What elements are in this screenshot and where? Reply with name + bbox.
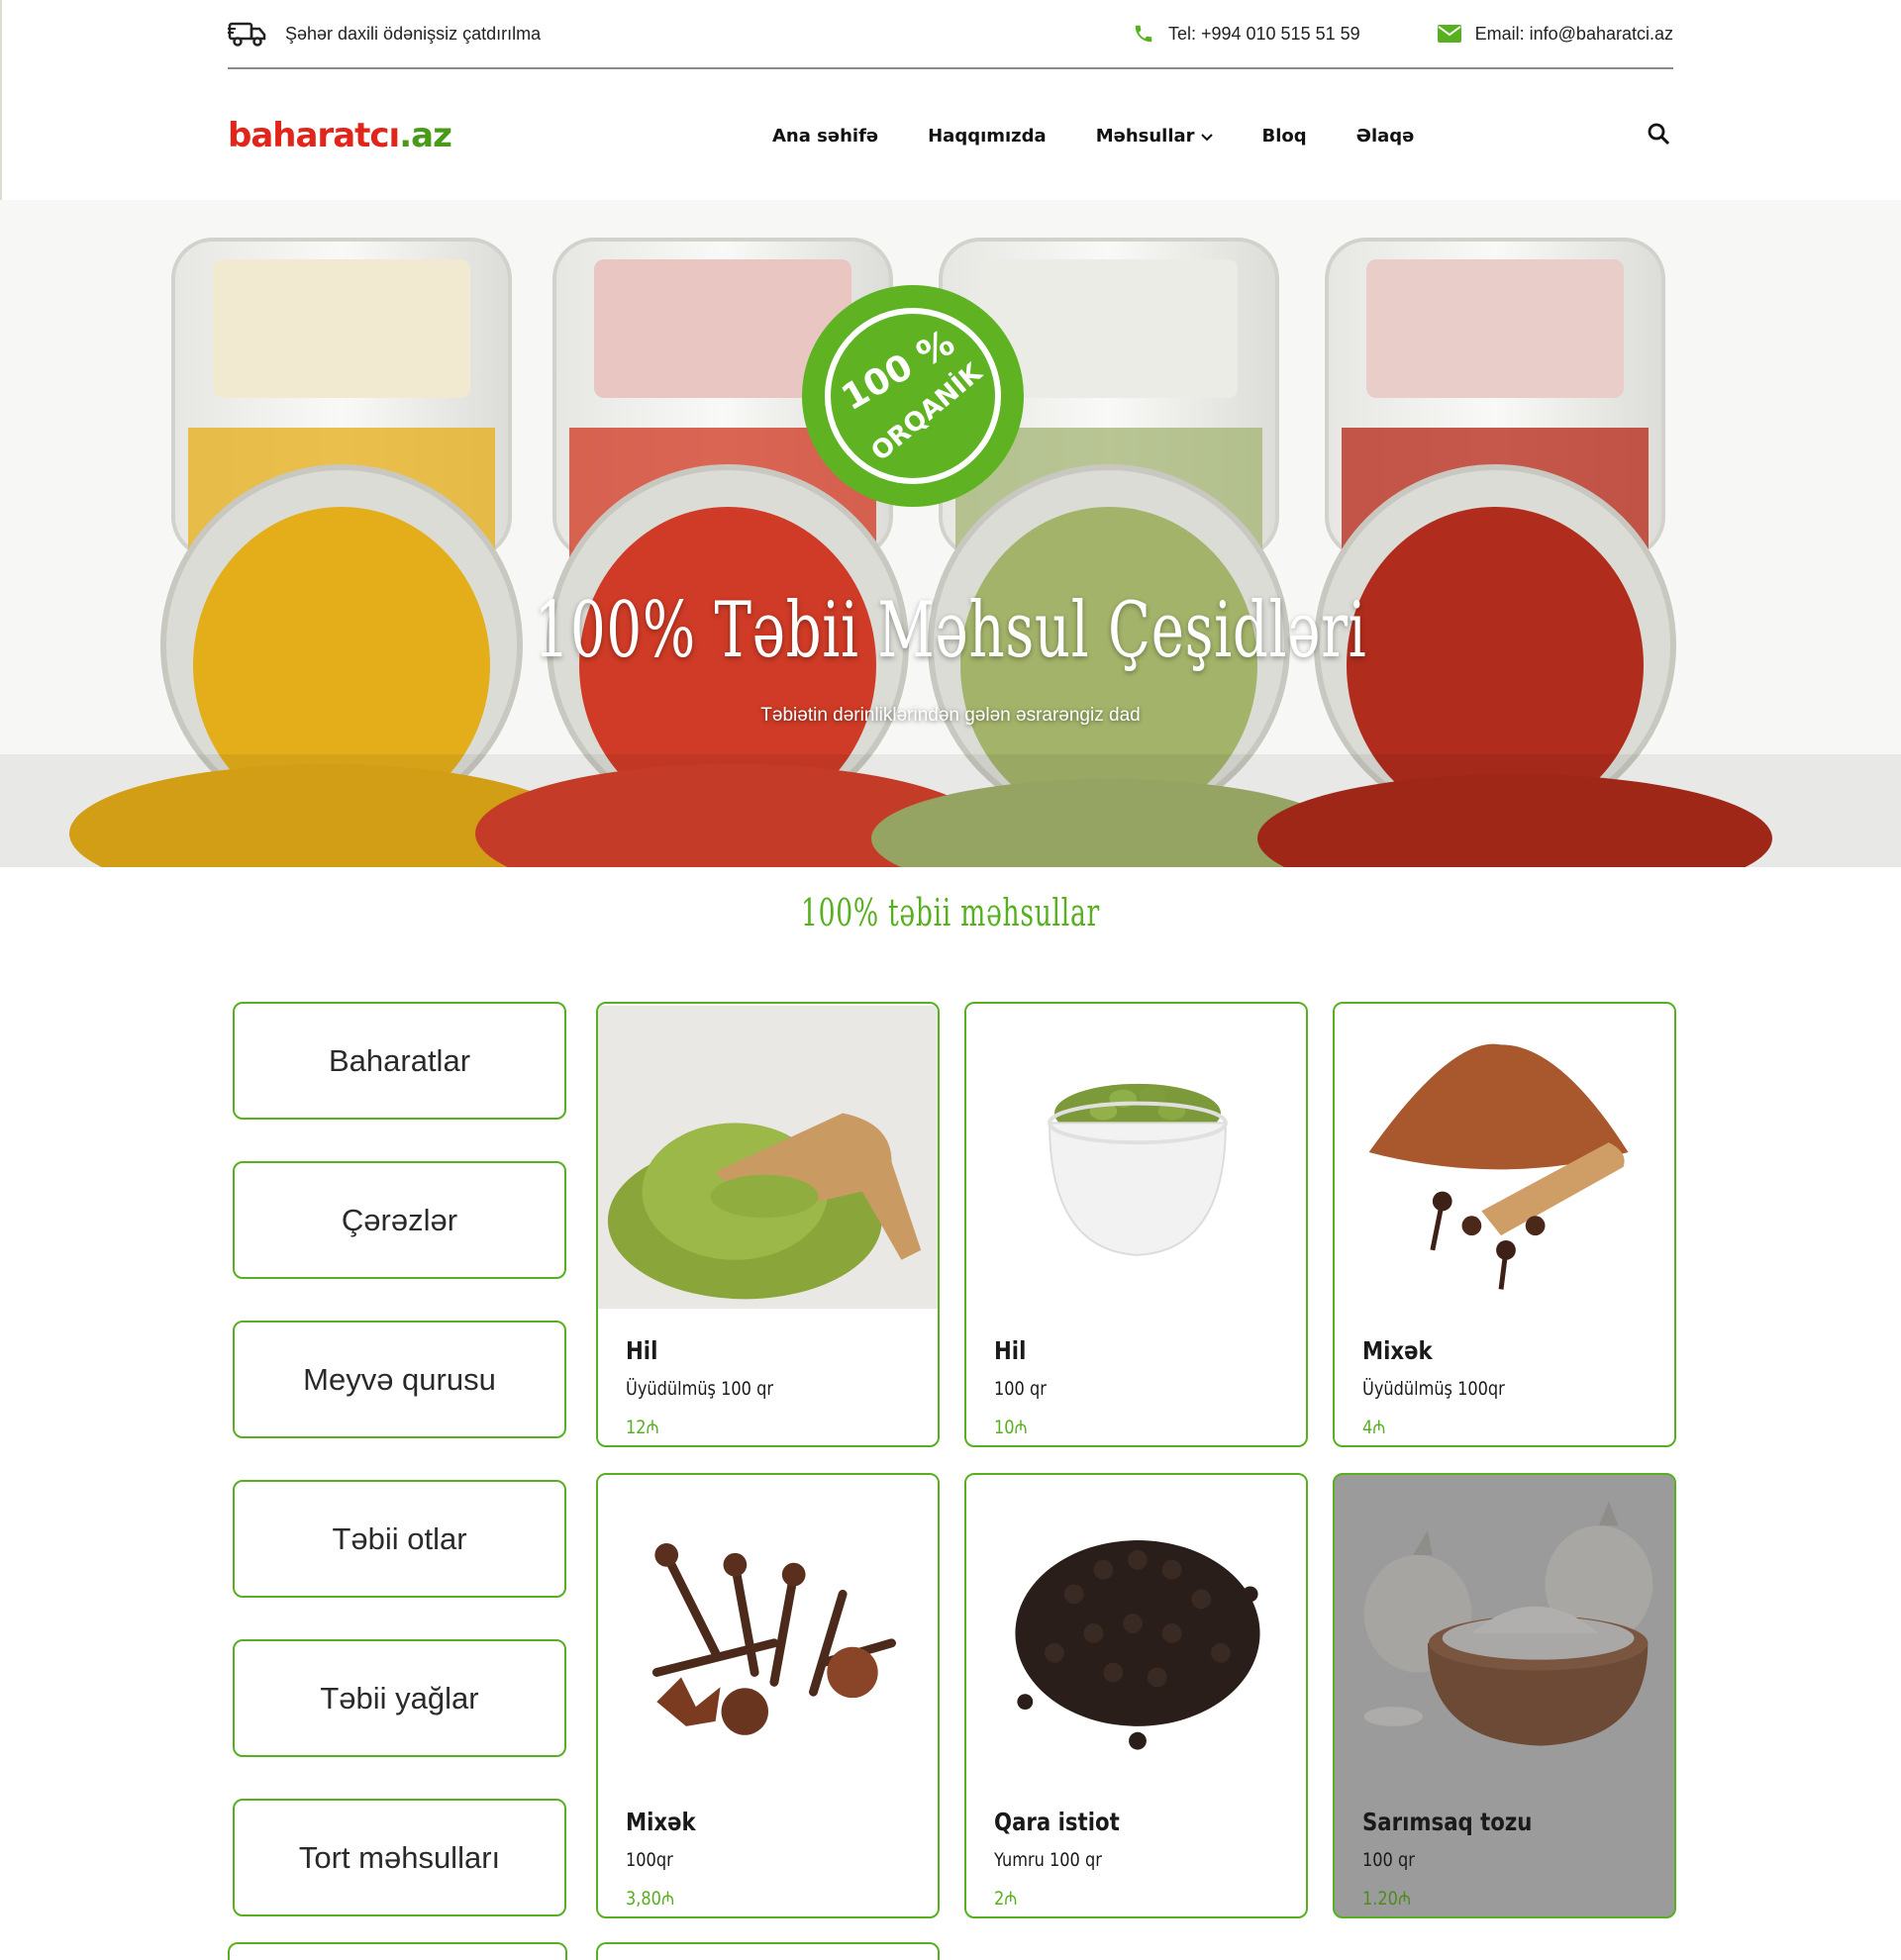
- phone-icon: [1133, 23, 1154, 45]
- nav-products-label: Məhsullar: [1095, 125, 1195, 147]
- delivery-truck-icon: [228, 19, 267, 49]
- product-price: 10₼: [994, 1417, 1028, 1438]
- product-price: 4₼: [1362, 1417, 1386, 1438]
- category-meyve-qurusu[interactable]: Meyvə qurusu: [233, 1321, 566, 1438]
- product-desc: 100 qr: [1362, 1849, 1415, 1871]
- category-cerezler[interactable]: Çərəzlər: [233, 1161, 566, 1279]
- category-list: Baharatlar Çərəzlər Meyvə qurusu Təbii o…: [233, 1002, 566, 1958]
- product-name: Qara istiot: [994, 1808, 1120, 1836]
- product-card[interactable]: Mixək 100qr 3,80₼: [596, 1473, 940, 1918]
- product-name: Hil: [994, 1336, 1027, 1365]
- hero-subtitle: Təbiətin dərinliklərindən gələn əsrarəng…: [760, 705, 1141, 726]
- product-image-ground-cloves: [1335, 1005, 1674, 1310]
- delivery-info: Şəhər daxili ödənişsiz çatdırılma: [228, 19, 541, 49]
- site-logo[interactable]: baharatcı .az: [228, 116, 452, 155]
- search-button[interactable]: [1644, 121, 1673, 150]
- category-tebii-otlar[interactable]: Təbii otlar: [233, 1480, 566, 1598]
- product-price: 2₼: [994, 1888, 1018, 1910]
- product-desc: 100 qr: [994, 1378, 1047, 1400]
- product-price: 3,80₼: [626, 1888, 675, 1910]
- product-image-black-peppercorns: [966, 1476, 1306, 1781]
- product-desc: Yumru 100 qr: [994, 1849, 1102, 1871]
- category-tort-mehsullari[interactable]: Tort məhsulları: [233, 1799, 566, 1916]
- top-info-bar: Şəhər daxili ödənişsiz çatdırılma Tel: +…: [228, 0, 1673, 69]
- product-image-garlic-powder: [1335, 1476, 1674, 1781]
- product-desc: Üyüdülmüş 100 qr: [626, 1378, 773, 1400]
- product-image-ground-cardamom: [598, 1005, 938, 1310]
- product-card-partial[interactable]: [596, 1942, 940, 1960]
- category-tebii-yaglar[interactable]: Təbii yağlar: [233, 1639, 566, 1757]
- category-baharatlar[interactable]: Baharatlar: [233, 1002, 566, 1120]
- product-name: Mixək: [1362, 1336, 1433, 1365]
- nav-products[interactable]: Məhsullar: [1096, 126, 1213, 147]
- nav-blog[interactable]: Bloq: [1262, 126, 1307, 147]
- nav-about[interactable]: Haqqımızda: [928, 126, 1047, 147]
- product-price: 1.20₼: [1362, 1888, 1412, 1910]
- products-section-title: 100% təbii məhsullar: [801, 891, 1100, 934]
- product-card[interactable]: Mixək Üyüdülmüş 100qr 4₼: [1333, 1002, 1676, 1447]
- product-price: 12₼: [626, 1417, 659, 1438]
- product-card[interactable]: Hil Üyüdülmüş 100 qr 12₼: [596, 1002, 940, 1447]
- product-name: Mixək: [626, 1808, 696, 1836]
- nav-contact[interactable]: Əlaqə: [1356, 126, 1415, 147]
- logo-text-domain: .az: [399, 116, 452, 155]
- phone-contact[interactable]: Tel: +994 010 515 51 59: [1133, 23, 1360, 45]
- search-icon: [1647, 122, 1670, 150]
- nav-home[interactable]: Ana səhifə: [772, 126, 878, 147]
- product-name: Hil: [626, 1336, 658, 1365]
- product-image-cardamom-pods: [966, 1005, 1306, 1310]
- organic-badge: 100 % ORQANİK: [802, 285, 1024, 507]
- hero-banner: 100 % ORQANİK 100% Təbii Məhsul Çeşidlər…: [0, 200, 1901, 867]
- delivery-text: Şəhər daxili ödənişsiz çatdırılma: [285, 23, 542, 44]
- email-contact[interactable]: Email: info@baharatci.az: [1437, 23, 1673, 45]
- email-text: Email: info@baharatci.az: [1474, 23, 1673, 44]
- hero-title: 100% Təbii Məhsul Çeşidləri: [534, 586, 1367, 675]
- chevron-down-icon: [1200, 126, 1213, 147]
- product-card[interactable]: Qara istiot Yumru 100 qr 2₼: [964, 1473, 1308, 1918]
- product-desc: 100qr: [626, 1849, 673, 1871]
- product-name: Sarımsaq tozu: [1362, 1808, 1533, 1836]
- product-card-hovered[interactable]: Sarımsaq tozu 100 qr 1.20₼: [1333, 1473, 1676, 1918]
- site-header: baharatcı .az Ana səhifə Haqqımızda Məhsu…: [228, 71, 1673, 200]
- product-card[interactable]: Hil 100 qr 10₼: [964, 1002, 1308, 1447]
- category-item-partial[interactable]: [228, 1942, 567, 1960]
- logo-text-main: baharatcı: [228, 116, 400, 155]
- hero-spice-jars-image: 100 % ORQANİK: [0, 200, 1901, 867]
- main-nav: Ana səhifə Haqqımızda Məhsullar Bloq Əla…: [772, 71, 1414, 200]
- product-desc: Üyüdülmüş 100qr: [1362, 1378, 1505, 1400]
- phone-text: Tel: +994 010 515 51 59: [1167, 23, 1360, 44]
- email-icon: [1437, 25, 1461, 43]
- product-image-whole-cloves: [598, 1476, 938, 1781]
